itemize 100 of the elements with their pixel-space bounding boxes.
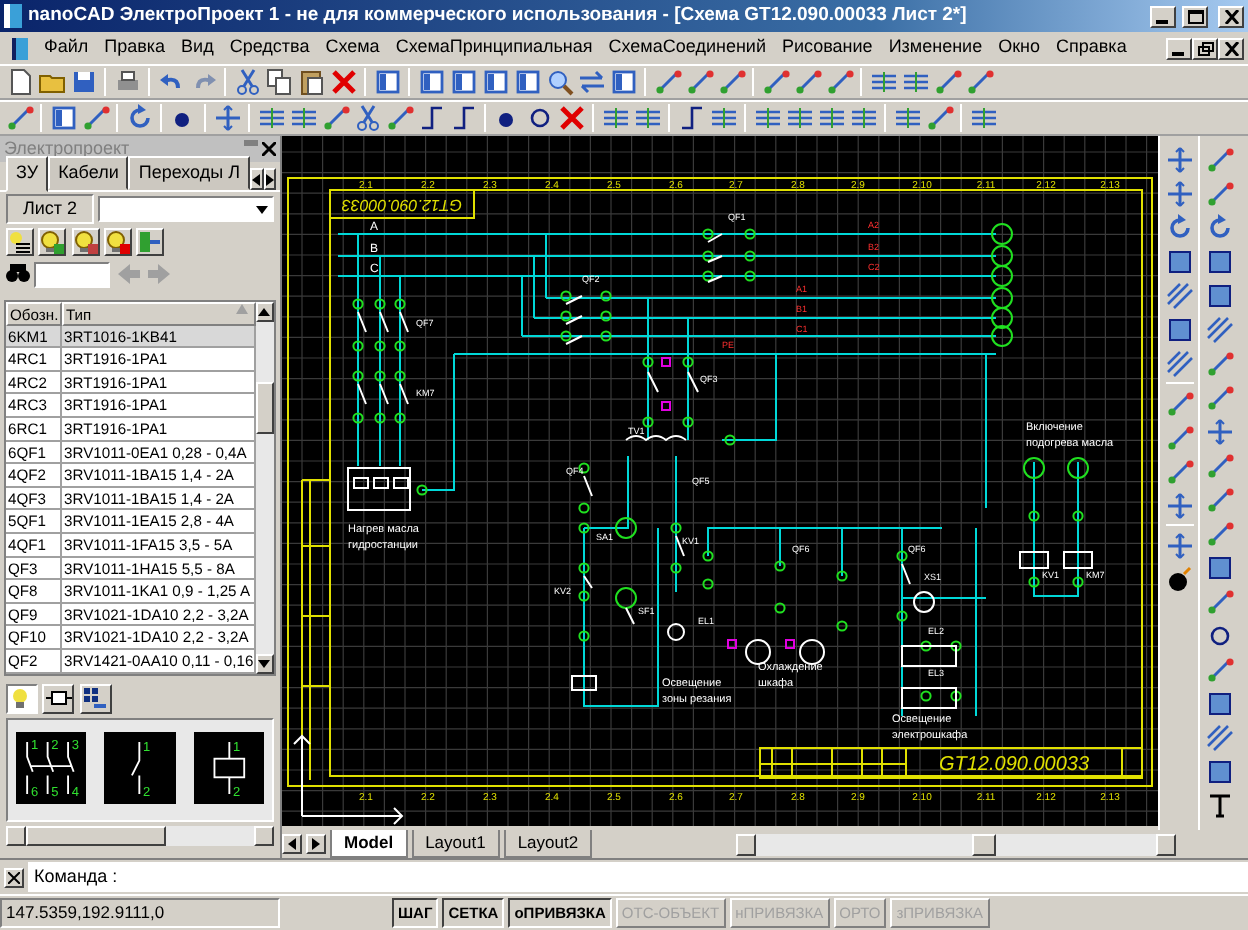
close-icon[interactable] (262, 140, 276, 158)
lines-icon[interactable] (600, 103, 630, 133)
layout-tab[interactable]: Model (330, 830, 408, 858)
menu-item[interactable]: Справка (1048, 34, 1135, 62)
minimize-button[interactable] (1166, 37, 1192, 59)
menu-item[interactable]: Окно (990, 34, 1049, 62)
line-tool-icon[interactable] (1164, 422, 1194, 452)
lines-icon[interactable] (968, 103, 998, 133)
menu-item[interactable]: Изменение (880, 34, 991, 62)
square-icon[interactable] (1204, 552, 1234, 582)
window-icon[interactable] (416, 67, 446, 97)
step-line-icon[interactable] (676, 103, 706, 133)
copy-icon[interactable] (264, 67, 294, 97)
maximize-button[interactable] (1182, 5, 1208, 27)
line-tool-icon[interactable] (684, 67, 714, 97)
line-tool-icon[interactable] (1204, 382, 1234, 412)
sheet-button[interactable]: Лист 2 (6, 193, 94, 225)
lines-icon[interactable] (256, 103, 286, 133)
square-icon[interactable] (1204, 280, 1234, 310)
delete-icon[interactable] (328, 67, 358, 97)
line-tool-icon[interactable] (1164, 388, 1194, 418)
scissors-icon[interactable] (352, 103, 382, 133)
move-arrows-icon[interactable] (1164, 490, 1194, 520)
menu-item[interactable]: Вид (173, 34, 222, 62)
lines-icon[interactable] (900, 67, 930, 97)
line-tool-icon[interactable] (924, 103, 954, 133)
minimize-button[interactable] (1150, 5, 1176, 27)
sheet-dropdown[interactable] (98, 196, 274, 222)
menu-item[interactable]: СхемаСоединений (600, 34, 774, 62)
square-icon[interactable] (1204, 756, 1234, 786)
window-icon[interactable] (608, 67, 638, 97)
add-bulb-icon[interactable] (38, 228, 67, 256)
line-tool-icon[interactable] (320, 103, 350, 133)
line-tool-icon[interactable] (932, 67, 962, 97)
line-tool-icon[interactable] (4, 103, 34, 133)
line-tool-icon[interactable] (716, 67, 746, 97)
line-tool-icon[interactable] (824, 67, 854, 97)
step-line-icon[interactable] (448, 103, 478, 133)
move-arrows-icon[interactable] (1164, 178, 1194, 208)
square-icon[interactable] (1204, 246, 1234, 276)
rotate-arrow-icon[interactable] (124, 103, 154, 133)
window-icon[interactable] (480, 67, 510, 97)
line-tool-icon[interactable] (1204, 484, 1234, 514)
menu-item[interactable]: Файл (36, 34, 97, 62)
rotate-arrow-icon[interactable] (1164, 212, 1194, 242)
hatch-icon[interactable] (1164, 348, 1194, 378)
line-tool-icon[interactable] (1164, 456, 1194, 486)
menu-item[interactable]: Схема (317, 34, 388, 62)
window-icon[interactable] (448, 67, 478, 97)
horizontal-scrollbar[interactable] (736, 833, 1177, 855)
line-tool-icon[interactable] (1204, 144, 1234, 174)
line-tool-icon[interactable] (384, 103, 414, 133)
bomb-icon[interactable] (1164, 564, 1194, 594)
move-arrows-icon[interactable] (212, 103, 242, 133)
text-icon[interactable] (1204, 790, 1234, 820)
lines-icon[interactable] (892, 103, 922, 133)
lines-icon[interactable] (784, 103, 814, 133)
move-arrows-icon[interactable] (1164, 530, 1194, 560)
square-icon[interactable] (1204, 688, 1234, 718)
search-field[interactable] (34, 262, 111, 288)
menu-item[interactable]: СхемаПринципиальная (387, 34, 601, 62)
hatch-icon[interactable] (1164, 280, 1194, 310)
grid-icon[interactable] (79, 683, 111, 713)
edit-bulb-icon[interactable] (71, 228, 99, 256)
lines-icon[interactable] (848, 103, 878, 133)
window-icon[interactable] (48, 103, 78, 133)
magnifier-icon[interactable] (544, 67, 574, 97)
line-tool-icon[interactable] (1204, 450, 1234, 480)
lines-icon[interactable] (632, 103, 662, 133)
lines-icon[interactable] (288, 103, 318, 133)
hatch-icon[interactable] (1204, 722, 1234, 752)
line-tool-icon[interactable] (1204, 178, 1234, 208)
rotate-arrow-icon[interactable] (1204, 212, 1234, 242)
line-tool-icon[interactable] (1204, 586, 1234, 616)
lines-icon[interactable] (868, 67, 898, 97)
square-icon[interactable] (1164, 246, 1194, 276)
line-tool-icon[interactable] (760, 67, 790, 97)
panel-tab[interactable]: ЗУ (6, 155, 49, 192)
clipboard-icon[interactable] (296, 67, 326, 97)
panel-tab[interactable]: Кабели (48, 155, 129, 190)
line-tool-icon[interactable] (792, 67, 822, 97)
menu-item[interactable]: Правка (96, 34, 174, 62)
close-button[interactable] (1218, 37, 1244, 59)
step-line-icon[interactable] (416, 103, 446, 133)
transfer-icon[interactable] (136, 228, 164, 256)
lines-icon[interactable] (752, 103, 782, 133)
lines-icon[interactable] (816, 103, 846, 133)
move-arrows-icon[interactable] (1204, 416, 1234, 446)
layout-tab[interactable]: Layout1 (411, 830, 500, 858)
lines-icon[interactable] (708, 103, 738, 133)
swap-arrows-icon[interactable] (576, 67, 606, 97)
line-tool-icon[interactable] (1204, 654, 1234, 684)
horizontal-scrollbar[interactable] (6, 825, 274, 845)
menu-item[interactable]: Рисование (773, 34, 881, 62)
bulb-icon[interactable] (6, 683, 38, 713)
panel-tab[interactable]: Переходы Л (128, 155, 250, 190)
line-tool-icon[interactable] (1204, 348, 1234, 378)
window-icon[interactable] (512, 67, 542, 97)
line-tool-icon[interactable] (964, 67, 994, 97)
block-icon[interactable] (42, 683, 75, 713)
